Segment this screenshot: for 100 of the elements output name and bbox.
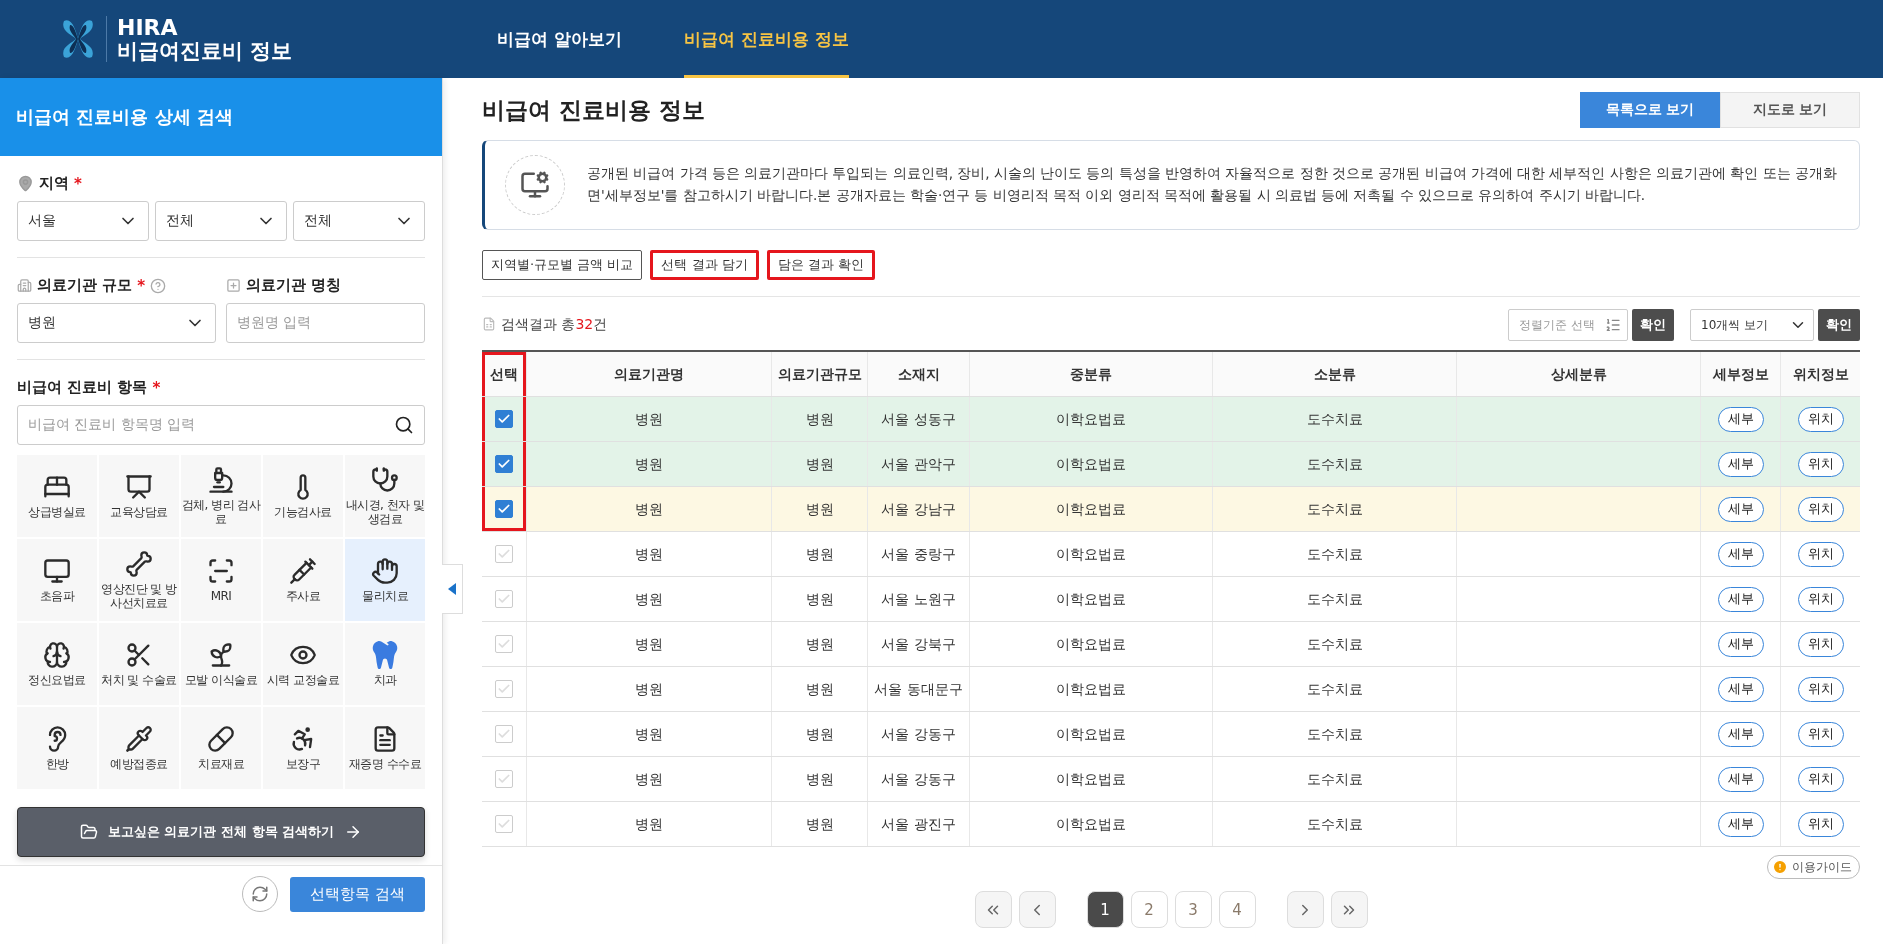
page-size-select[interactable]: 10개씩 보기 (1690, 309, 1814, 341)
required-mark: * (74, 174, 82, 193)
page-button[interactable]: 4 (1218, 891, 1256, 928)
table-cell: 서울 강북구 (867, 622, 969, 666)
refresh-icon (251, 885, 270, 903)
search-icon[interactable] (394, 415, 414, 435)
table-cell: 이학요법료 (969, 397, 1212, 441)
table-cell: 병원 (526, 622, 771, 666)
location-button[interactable]: 위치 (1797, 766, 1844, 792)
category-tile[interactable]: 처치 및 수술료 (99, 623, 179, 705)
row-checkbox[interactable] (495, 455, 513, 473)
row-checkbox[interactable] (495, 545, 513, 563)
help-icon[interactable] (150, 277, 167, 294)
detail-button[interactable]: 세부 (1717, 451, 1764, 477)
confirm-button[interactable]: 확인 (1632, 309, 1674, 341)
guide-button[interactable]: 이용가이드 (1767, 855, 1860, 879)
location-button[interactable]: 위치 (1797, 631, 1844, 657)
action-button[interactable]: 지역별·규모별 금액 비교 (482, 250, 643, 280)
location-button[interactable]: 위치 (1797, 721, 1844, 747)
next-page-button[interactable] (1286, 891, 1324, 928)
page-button[interactable]: 3 (1174, 891, 1212, 928)
category-tile[interactable]: 내시경, 천자 및 생검료 (345, 455, 425, 537)
category-tile[interactable]: 교육상담료 (99, 455, 179, 537)
region-select[interactable]: 서울 (17, 201, 149, 241)
all-items-search-button[interactable]: 보고싶은 의료기관 전체 항목 검색하기 (17, 807, 425, 857)
row-checkbox[interactable] (495, 725, 513, 743)
category-tile[interactable]: 초음파 (17, 539, 97, 621)
location-button[interactable]: 위치 (1797, 811, 1844, 837)
table-cell: 병원 (771, 712, 867, 756)
table-cell: 이학요법료 (969, 532, 1212, 576)
category-tile[interactable]: 정신요법료 (17, 623, 97, 705)
check-icon (497, 547, 511, 561)
category-tile[interactable]: 영상진단 및 방사선치료료 (99, 539, 179, 621)
row-checkbox[interactable] (495, 635, 513, 653)
action-button[interactable]: 선택 결과 담기 (650, 250, 759, 280)
table-cell: 도수치료 (1212, 442, 1456, 486)
detail-button[interactable]: 세부 (1717, 631, 1764, 657)
detail-button[interactable]: 세부 (1717, 766, 1764, 792)
detail-button[interactable]: 세부 (1717, 541, 1764, 567)
table-cell: 서울 동대문구 (867, 667, 969, 711)
location-button[interactable]: 위치 (1797, 676, 1844, 702)
syringe-icon (289, 556, 317, 585)
table-cell: 서울 강동구 (867, 712, 969, 756)
category-tile[interactable]: 시력 교정술료 (263, 623, 343, 705)
row-checkbox[interactable] (495, 815, 513, 833)
pill-icon (207, 724, 235, 753)
detail-button[interactable]: 세부 (1717, 496, 1764, 522)
table-cell: 이학요법료 (969, 622, 1212, 666)
category-tile[interactable]: 물리치료 (345, 539, 425, 621)
detail-button[interactable]: 세부 (1717, 811, 1764, 837)
detail-button[interactable]: 세부 (1717, 586, 1764, 612)
category-tile[interactable]: 상급병실료 (17, 455, 97, 537)
category-tile[interactable]: 재증명 수수료 (345, 707, 425, 789)
region-select[interactable]: 전체 (155, 201, 287, 241)
nav-tab[interactable]: 비급여 알아보기 (497, 0, 622, 78)
confirm-button[interactable]: 확인 (1818, 309, 1860, 341)
category-tile[interactable]: 주사료 (263, 539, 343, 621)
row-checkbox[interactable] (495, 770, 513, 788)
check-icon (497, 682, 511, 696)
category-tile[interactable]: 치료재료 (181, 707, 261, 789)
previous-page-button[interactable] (1018, 891, 1056, 928)
region-select[interactable]: 전체 (293, 201, 425, 241)
location-button[interactable]: 위치 (1797, 496, 1844, 522)
nav-tab[interactable]: 비급여 진료비용 정보 (683, 0, 849, 78)
view-toggle-button[interactable]: 지도로 보기 (1720, 92, 1860, 128)
detail-button[interactable]: 세부 (1717, 721, 1764, 747)
check-icon (497, 412, 511, 426)
row-checkbox[interactable] (495, 680, 513, 698)
location-button[interactable]: 위치 (1797, 406, 1844, 432)
category-tile[interactable]: 보장구 (263, 707, 343, 789)
scale-select[interactable]: 병원 (17, 303, 216, 343)
row-checkbox[interactable] (495, 500, 513, 518)
check-icon (497, 817, 511, 831)
detail-button[interactable]: 세부 (1717, 406, 1764, 432)
category-tile[interactable]: 한방 (17, 707, 97, 789)
last-page-button[interactable] (1330, 891, 1368, 928)
row-checkbox[interactable] (495, 590, 513, 608)
detail-button[interactable]: 세부 (1717, 676, 1764, 702)
table-cell: 서울 성동구 (867, 397, 969, 441)
view-toggle-button[interactable]: 목록으로 보기 (1580, 92, 1720, 128)
category-tile[interactable]: 모발 이식술료 (181, 623, 261, 705)
category-tile[interactable]: 검체, 병리 검사료 (181, 455, 261, 537)
search-button[interactable]: 선택항목 검색 (290, 876, 425, 912)
collapse-button[interactable] (442, 564, 463, 614)
pipette-icon (125, 724, 153, 753)
page-button[interactable]: 2 (1130, 891, 1168, 928)
page-button[interactable]: 1 (1086, 891, 1124, 928)
category-tile[interactable]: 예방접종료 (99, 707, 179, 789)
action-button[interactable]: 담은 결과 확인 (766, 250, 875, 280)
category-tile[interactable]: 기능검사료 (263, 455, 343, 537)
brain-icon (43, 640, 71, 669)
first-page-button[interactable] (974, 891, 1012, 928)
row-checkbox[interactable] (495, 410, 513, 428)
location-button[interactable]: 위치 (1797, 451, 1844, 477)
category-tile[interactable]: MRI (181, 539, 261, 621)
category-tile[interactable]: 치과 (345, 623, 425, 705)
location-button[interactable]: 위치 (1797, 586, 1844, 612)
reset-button[interactable] (242, 876, 279, 912)
location-button[interactable]: 위치 (1797, 541, 1844, 567)
check-icon (497, 457, 511, 471)
